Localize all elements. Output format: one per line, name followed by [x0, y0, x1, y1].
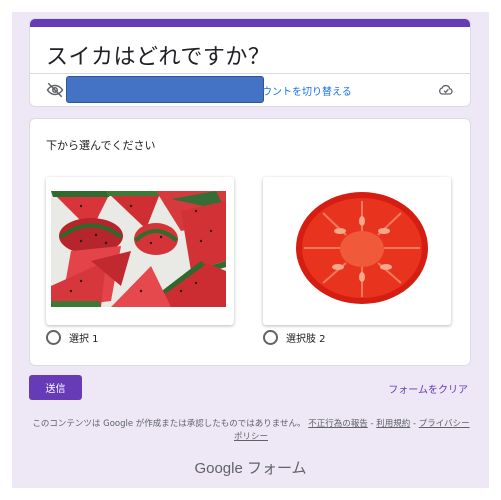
option-radio-row-1[interactable]: 選択 1 [46, 330, 99, 345]
footer-separator-2: - [410, 419, 419, 429]
question-prompt: 下から選んでください [46, 139, 156, 152]
option-image-card-1[interactable] [46, 177, 234, 325]
footer-separator-1: - [367, 419, 377, 429]
tomato-image [268, 191, 443, 307]
clear-form-link[interactable]: フォームをクリア [388, 381, 468, 396]
switch-account-link[interactable]: ウントを切り替える [262, 83, 352, 98]
option-radio-row-2[interactable]: 選択肢 2 [263, 330, 326, 345]
redacted-account-email [66, 76, 264, 103]
option-image-card-2[interactable] [263, 177, 451, 325]
question-card: 下から選んでください 選択 1 選択肢 2 [29, 118, 471, 366]
watermelon-image [51, 191, 226, 307]
google-forms-logo[interactable]: Google フォーム [0, 457, 501, 478]
cloud-icon [439, 84, 453, 95]
submit-button[interactable]: 送信 [29, 375, 82, 400]
eye-off-icon [46, 82, 64, 98]
option-label-2: 選択肢 2 [286, 334, 326, 345]
header-divider [30, 73, 470, 74]
form-title: スイカはどれですか？ [46, 45, 271, 70]
form-header-card: スイカはどれですか？ ウントを切り替える [29, 18, 471, 107]
radio-button-1[interactable] [46, 330, 61, 345]
disclaimer-text: このコンテンツは Google が作成または承認したものではありません。 [32, 419, 306, 429]
radio-button-2[interactable] [263, 330, 278, 345]
terms-link[interactable]: 利用規約 [376, 419, 410, 429]
footer-disclaimer: このコンテンツは Google が作成または承認したものではありません。 不正行… [30, 418, 472, 444]
report-abuse-link[interactable]: 不正行為の報告 [308, 419, 368, 429]
header-accent-bar [30, 19, 470, 27]
option-label-1: 選択 1 [69, 334, 99, 345]
